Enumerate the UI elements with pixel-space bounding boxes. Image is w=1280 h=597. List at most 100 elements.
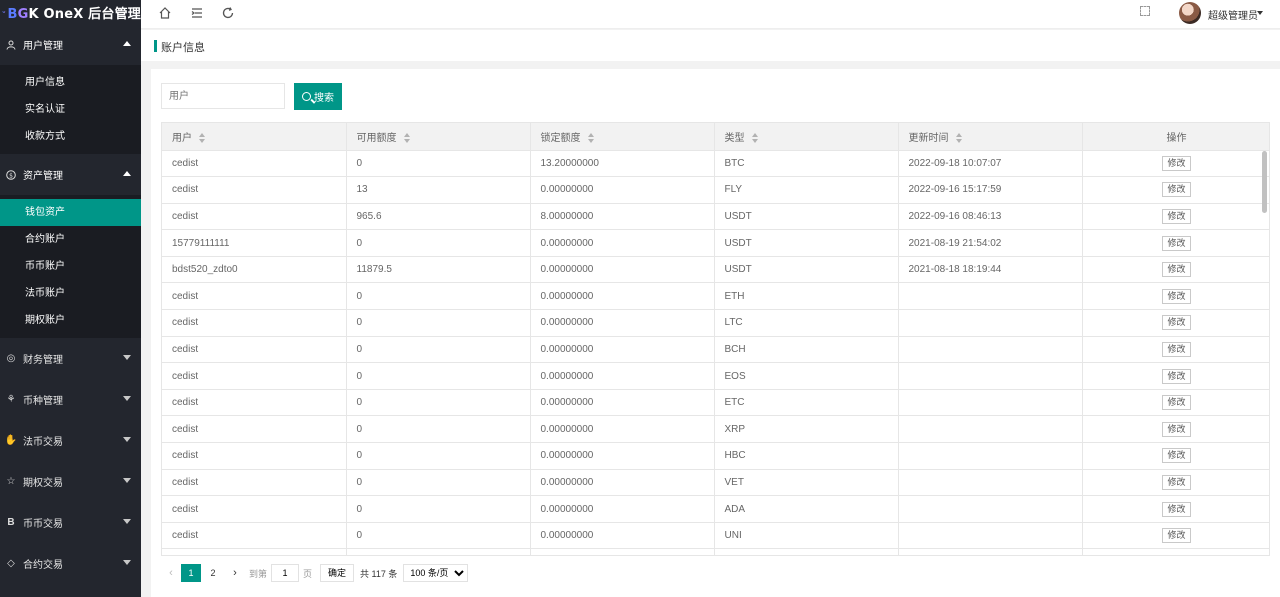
- table-header-label: 可用额度: [356, 132, 397, 144]
- sidebar-group-label: 用户管理: [23, 41, 63, 52]
- table-header-cell[interactable]: 类型: [714, 123, 899, 151]
- goto-confirm-button[interactable]: 确定: [320, 564, 355, 582]
- edit-button[interactable]: 修改: [1162, 554, 1191, 555]
- sidebar-item[interactable]: 币币账户: [0, 253, 141, 280]
- table-cell: [898, 309, 1083, 337]
- table-header-cell[interactable]: 锁定额度: [530, 123, 715, 151]
- sort-icon[interactable]: [403, 133, 411, 144]
- table-header-row: 用户 可用额度 锁定额度 类型 更新时间 操作: [162, 123, 1269, 151]
- sidebar-group-header[interactable]: 用户管理: [0, 24, 141, 65]
- edit-button[interactable]: 修改: [1162, 501, 1191, 517]
- pagination: ‹ 12 › 到第 页 确定 共 117 条 100 条/页: [161, 563, 469, 583]
- table-header-cell[interactable]: 更新时间: [898, 123, 1083, 151]
- chevron-up-icon: [123, 171, 131, 176]
- sort-icon[interactable]: [587, 133, 595, 144]
- sort-icon[interactable]: [955, 133, 963, 144]
- sidebar-group-header[interactable]: ◇ 合约交易: [0, 543, 141, 584]
- page-number[interactable]: 1: [181, 564, 201, 582]
- edit-button[interactable]: 修改: [1162, 421, 1191, 437]
- prev-page-icon[interactable]: ‹: [161, 567, 181, 579]
- table-row: 15779111111 0 0.00000000 USDT 2021-08-19 21:…: [162, 229, 1269, 257]
- sidebar-group-header[interactable]: ⚘ 币种管理: [0, 379, 141, 420]
- edit-button[interactable]: 修改: [1162, 474, 1191, 490]
- table-cell: 13: [346, 176, 531, 204]
- search-button-label: 搜索: [314, 93, 334, 104]
- chevron-down-icon[interactable]: [1257, 11, 1263, 15]
- table-header-cell: 操作: [1082, 123, 1269, 151]
- sidebar-group: B 币币交易: [0, 502, 141, 543]
- refresh-icon[interactable]: [221, 6, 235, 20]
- sidebar-item[interactable]: 期权账户: [0, 307, 141, 334]
- app-logo[interactable]: BGK OneX 后台管理: [0, 0, 141, 24]
- table-cell: FLY: [714, 176, 899, 204]
- user-name[interactable]: 超级管理员: [1208, 7, 1258, 22]
- scrollbar[interactable]: [1262, 151, 1267, 213]
- table-row: cedist 0 0.00000000 EOS 修改: [162, 362, 1269, 390]
- chevron-down-icon: [123, 355, 131, 360]
- edit-button[interactable]: 修改: [1162, 235, 1191, 251]
- table-cell-actions: 修改: [1082, 176, 1269, 204]
- table-cell: 0.00000000: [530, 495, 715, 523]
- table-row: cedist 0 0.00000000 XRP 修改: [162, 415, 1269, 444]
- table-header-cell[interactable]: 可用额度: [346, 123, 531, 151]
- sidebar-nav: 用户管理用户信息 实名认证 收款方式 $ 资产管理钱包资产 合约账户 币币账户 法币账户 期权账…: [0, 24, 141, 584]
- diamond-icon: ◇: [7, 558, 15, 569]
- edit-button[interactable]: 修改: [1162, 395, 1191, 411]
- edit-button[interactable]: 修改: [1162, 448, 1191, 464]
- table-cell: 0: [346, 415, 531, 444]
- sidebar-item[interactable]: 合约账户: [0, 226, 141, 253]
- next-page-icon[interactable]: ›: [225, 567, 245, 579]
- edit-button[interactable]: 修改: [1162, 368, 1191, 384]
- sidebar-group-header[interactable]: B 币币交易: [0, 502, 141, 543]
- sidebar-group-header[interactable]: ✋ 法币交易: [0, 420, 141, 461]
- sidebar-item[interactable]: 钱包资产: [0, 199, 141, 226]
- edit-button[interactable]: 修改: [1162, 528, 1191, 544]
- table-cell: 2021-08-19 21:54:02: [898, 229, 1083, 257]
- search-button[interactable]: 搜索: [294, 83, 342, 110]
- sort-icon[interactable]: [751, 133, 759, 144]
- search-input[interactable]: [161, 83, 285, 109]
- page-size-select[interactable]: 100 条/页: [403, 564, 469, 582]
- sidebar-item[interactable]: 法币账户: [0, 280, 141, 307]
- table-cell: cedist: [162, 522, 347, 550]
- content-card: 搜索 用户可用额度锁定额度类型更新时间操作 cedist013.20000000…: [151, 69, 1280, 597]
- menu-toggle-icon[interactable]: [190, 6, 204, 20]
- sidebar-group-header[interactable]: ◎ 财务管理: [0, 338, 141, 379]
- sort-icon[interactable]: [198, 133, 206, 144]
- fullscreen-icon[interactable]: [1140, 6, 1150, 16]
- sidebar-item[interactable]: 收款方式: [0, 123, 141, 150]
- table-cell-actions: 修改: [1082, 389, 1269, 417]
- sidebar-group: ◇ 合约交易: [0, 543, 141, 584]
- table-header-cell[interactable]: 用户: [162, 123, 347, 151]
- sidebar-group-header[interactable]: ☆ 期权交易: [0, 461, 141, 502]
- avatar[interactable]: [1179, 2, 1201, 24]
- edit-button[interactable]: 修改: [1162, 262, 1191, 278]
- sidebar-item[interactable]: 用户信息: [0, 69, 141, 96]
- table-cell-actions: 修改: [1082, 150, 1269, 178]
- table-cell-actions: 修改: [1082, 309, 1269, 337]
- table-cell-actions: 修改: [1082, 362, 1269, 390]
- table-row: cedist 965.6 8.00000000 USDT 2022-09-16 08:4…: [162, 203, 1269, 231]
- edit-button[interactable]: 修改: [1162, 182, 1191, 198]
- goto-page-input[interactable]: [271, 564, 300, 582]
- sidebar-group-header[interactable]: $ 资产管理: [0, 154, 141, 195]
- page-number[interactable]: 2: [203, 564, 223, 582]
- edit-button[interactable]: 修改: [1162, 288, 1191, 304]
- sidebar-item[interactable]: 实名认证: [0, 96, 141, 123]
- breadcrumb-marker: [154, 40, 157, 52]
- table-cell-actions: 修改: [1082, 548, 1269, 555]
- edit-button[interactable]: 修改: [1162, 208, 1191, 224]
- top-bar: 超级管理员: [141, 0, 1280, 29]
- home-icon[interactable]: [158, 6, 172, 20]
- table-cell: 0: [346, 282, 531, 311]
- table-header-label: 锁定额度: [540, 132, 581, 144]
- edit-button[interactable]: 修改: [1162, 155, 1191, 171]
- chevron-up-icon: [123, 41, 131, 46]
- table-cell: 0: [346, 442, 531, 470]
- table-cell: USDT: [714, 229, 899, 257]
- table-cell: bdst520_zdto0: [162, 256, 347, 284]
- table-row: cedist 0 0.00000000 ETH 修改: [162, 282, 1269, 311]
- edit-button[interactable]: 修改: [1162, 341, 1191, 357]
- table-row: cedist00.00000000SOL 修改: [162, 548, 1269, 555]
- edit-button[interactable]: 修改: [1162, 315, 1191, 331]
